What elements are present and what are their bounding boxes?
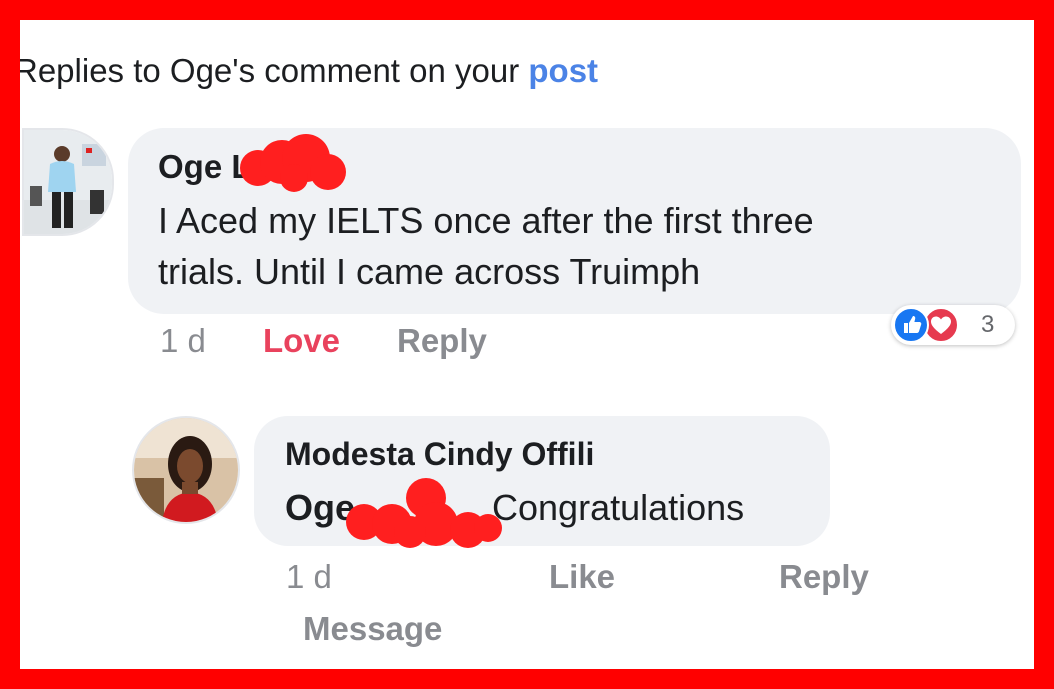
like-button[interactable]: Like bbox=[549, 558, 615, 596]
reaction-summary[interactable]: 3 bbox=[891, 305, 1015, 345]
love-reaction-button[interactable]: Love bbox=[263, 322, 340, 360]
avatar-photo bbox=[24, 130, 112, 234]
oge-comment-line-1: I Aced my IELTS once after the first thr… bbox=[158, 200, 814, 241]
replies-header: Replies to Oge's comment on your post bbox=[20, 52, 598, 90]
oge-reply-button[interactable]: Reply bbox=[397, 322, 487, 360]
modesta-reply-button[interactable]: Reply bbox=[779, 558, 869, 596]
reaction-count: 3 bbox=[981, 311, 995, 338]
post-link[interactable]: post bbox=[528, 52, 598, 89]
avatar-photo bbox=[134, 418, 238, 522]
message-button[interactable]: Message bbox=[303, 610, 442, 648]
header-text: Replies to Oge's comment on your bbox=[20, 52, 529, 89]
notification-panel: Replies to Oge's comment on your post Og… bbox=[20, 20, 1034, 669]
like-icon bbox=[893, 307, 929, 343]
oge-avatar[interactable] bbox=[22, 128, 114, 236]
modesta-avatar[interactable] bbox=[132, 416, 240, 524]
modesta-reply-text: Oge Congratulations bbox=[285, 482, 744, 534]
oge-comment-line-2: trials. Until I came across Truimph bbox=[158, 251, 701, 292]
reply-message: Congratulations bbox=[492, 487, 745, 528]
mention-oge[interactable]: Oge bbox=[285, 487, 355, 528]
modesta-reply-author[interactable]: Modesta Cindy Offili bbox=[285, 436, 594, 473]
oge-comment-author[interactable]: Oge L bbox=[158, 148, 252, 186]
modesta-reply-timestamp[interactable]: 1 d bbox=[286, 558, 332, 596]
oge-comment-timestamp[interactable]: 1 d bbox=[160, 322, 206, 360]
